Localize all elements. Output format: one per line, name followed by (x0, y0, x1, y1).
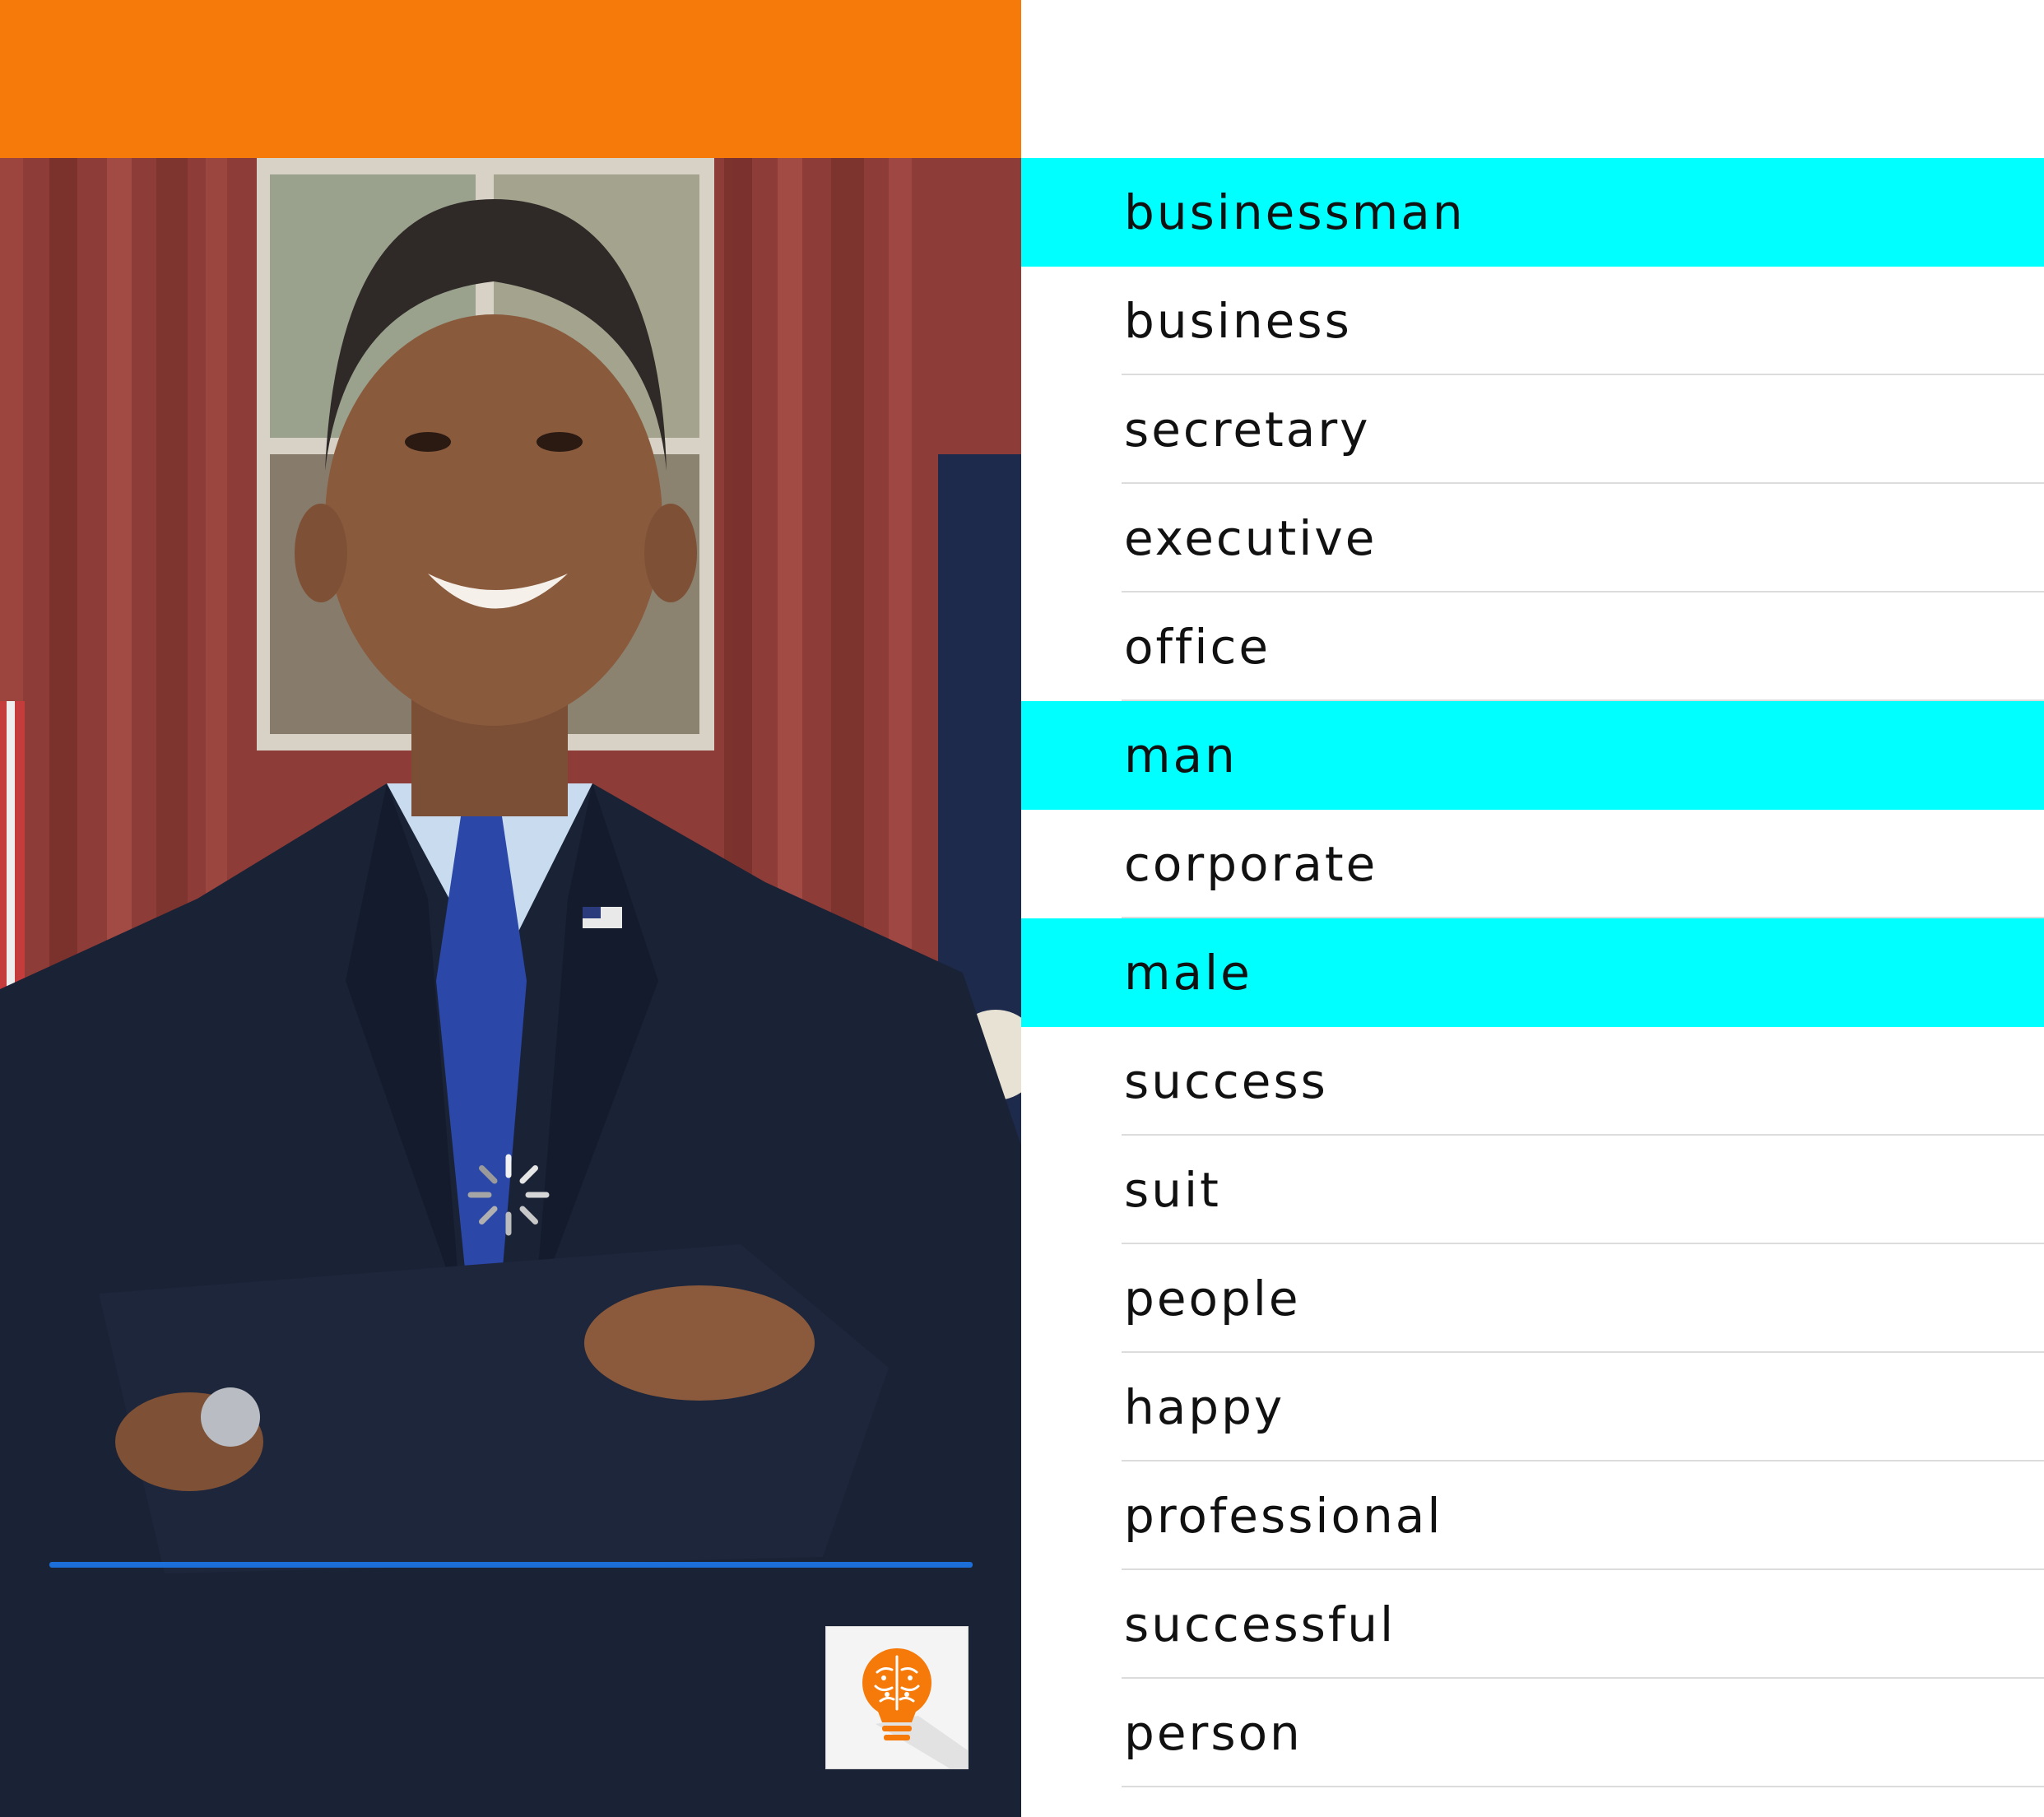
tag-label: secretary (1124, 402, 1371, 458)
app-root: businessman business secretary executive off… (0, 0, 2044, 1817)
tag-item[interactable]: secretary (1021, 375, 2044, 484)
tag-item[interactable]: corporate (1021, 810, 2044, 918)
tag-item[interactable]: success (1021, 1027, 2044, 1136)
tag-label: man (1124, 727, 1238, 783)
analyzed-photo (0, 158, 1021, 1817)
tag-label: corporate (1124, 836, 1378, 892)
tag-label: professional (1124, 1488, 1443, 1544)
tag-label: male (1124, 945, 1252, 1001)
tag-label: people (1124, 1271, 1301, 1327)
tag-item[interactable]: male (1021, 918, 2044, 1027)
tag-label: business (1124, 293, 1352, 349)
lightbulb-brain-icon (862, 1648, 968, 1768)
lightbulb-brain-button[interactable] (826, 1627, 968, 1768)
tag-label: executive (1124, 510, 1377, 566)
tag-item[interactable]: executive (1021, 484, 2044, 592)
tag-item[interactable]: businessman (1021, 158, 2044, 267)
tag-item[interactable]: person (1021, 1679, 2044, 1787)
tag-list: businessman business secretary executive off… (1021, 158, 2044, 1787)
tag-label: businessman (1124, 184, 1466, 240)
tag-item[interactable]: suit (1021, 1136, 2044, 1244)
image-pane (0, 0, 1021, 1817)
loading-spinner-icon (466, 1152, 551, 1238)
tag-label: successful (1124, 1596, 1396, 1652)
tag-item[interactable]: people (1021, 1244, 2044, 1353)
tag-item[interactable]: happy (1021, 1353, 2044, 1462)
tag-item[interactable]: professional (1021, 1462, 2044, 1570)
tag-label: happy (1124, 1379, 1285, 1435)
tag-item[interactable]: man (1021, 701, 2044, 810)
tag-item[interactable]: business (1021, 267, 2044, 375)
tag-label: office (1124, 619, 1271, 675)
top-app-bar (0, 0, 1021, 158)
analysis-progress-bar (49, 1562, 973, 1568)
tags-pane: businessman business secretary executive off… (1021, 0, 2044, 1817)
tag-item[interactable]: successful (1021, 1570, 2044, 1679)
tag-label: person (1124, 1705, 1303, 1761)
tag-item[interactable]: office (1021, 592, 2044, 701)
tag-label: suit (1124, 1162, 1221, 1218)
tag-label: success (1124, 1053, 1328, 1109)
